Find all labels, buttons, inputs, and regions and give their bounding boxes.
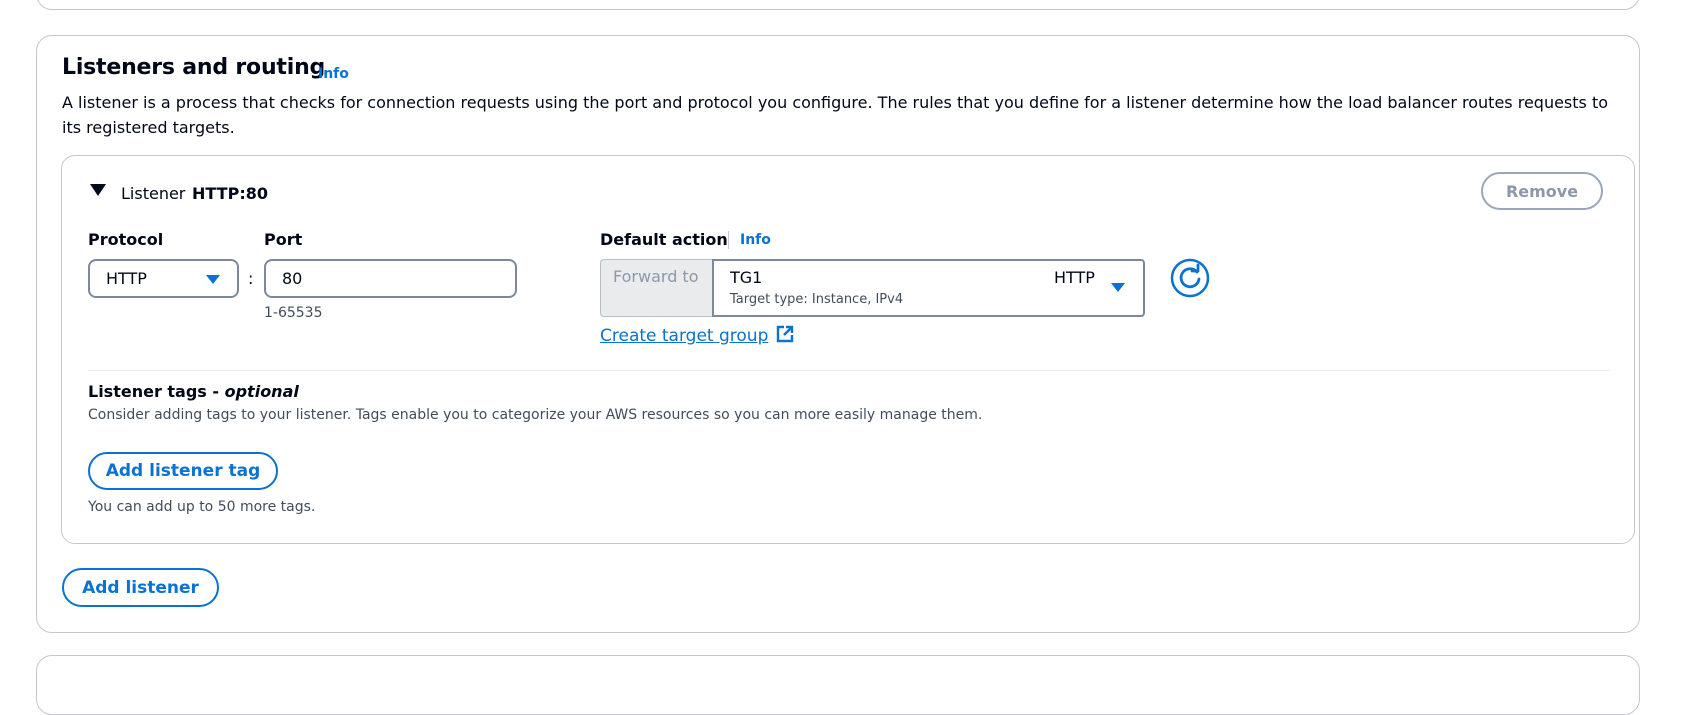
next-section-panel: [36, 655, 1640, 715]
external-link-icon: [777, 325, 794, 343]
target-group-select[interactable]: TG1 Target type: Instance, IPv4 HTTP: [712, 259, 1145, 317]
previous-section-panel: [36, 0, 1640, 10]
target-group-name: TG1: [730, 268, 763, 287]
remove-listener-button[interactable]: Remove: [1481, 172, 1603, 210]
default-action-info-link[interactable]: Info: [740, 232, 771, 248]
target-group-protocol: HTTP: [1054, 268, 1095, 287]
dropdown-caret-icon: [206, 275, 220, 284]
listener-tags-description: Consider adding tags to your listener. T…: [88, 407, 983, 423]
listener-header-name: HTTP:80: [192, 184, 268, 203]
section-title: Listeners and routing: [62, 55, 326, 80]
add-listener-button[interactable]: Add listener: [62, 568, 219, 607]
port-label: Port: [264, 230, 303, 249]
section-description: A listener is a process that checks for …: [62, 93, 1609, 137]
listener-card: [61, 155, 1635, 544]
refresh-button[interactable]: [1170, 258, 1210, 298]
listener-header-prefix: Listener: [121, 184, 186, 203]
add-listener-tag-button[interactable]: Add listener tag: [88, 452, 278, 490]
protocol-port-separator: :: [248, 269, 254, 288]
port-input[interactable]: 80: [264, 259, 517, 298]
protocol-label: Protocol: [88, 230, 164, 249]
listener-tags-optional: optional: [224, 382, 299, 401]
default-action-label: Default action: [600, 230, 728, 249]
create-target-group-label: Create target group: [600, 326, 769, 346]
label-divider: [728, 231, 729, 249]
protocol-select[interactable]: HTTP: [88, 259, 239, 298]
card-divider: [88, 370, 1610, 371]
create-target-group-link[interactable]: Create target group: [600, 324, 795, 346]
listener-tags-title: Listener tags - optional: [88, 382, 299, 401]
dropdown-caret-icon: [1111, 283, 1125, 292]
caret-down-icon[interactable]: [90, 184, 106, 196]
forward-to-addon: Forward to: [600, 259, 712, 317]
protocol-select-value: HTTP: [106, 269, 147, 288]
target-group-detail: Target type: Instance, IPv4: [730, 292, 904, 307]
refresh-icon: [1170, 258, 1210, 298]
listener-tags-title-text: Listener tags -: [88, 382, 225, 401]
section-info-link[interactable]: Info: [318, 66, 349, 82]
port-hint: 1-65535: [264, 305, 323, 321]
port-input-value: 80: [282, 269, 303, 288]
tags-limit-hint: You can add up to 50 more tags.: [88, 499, 316, 515]
forward-to-label: Forward to: [613, 267, 699, 286]
